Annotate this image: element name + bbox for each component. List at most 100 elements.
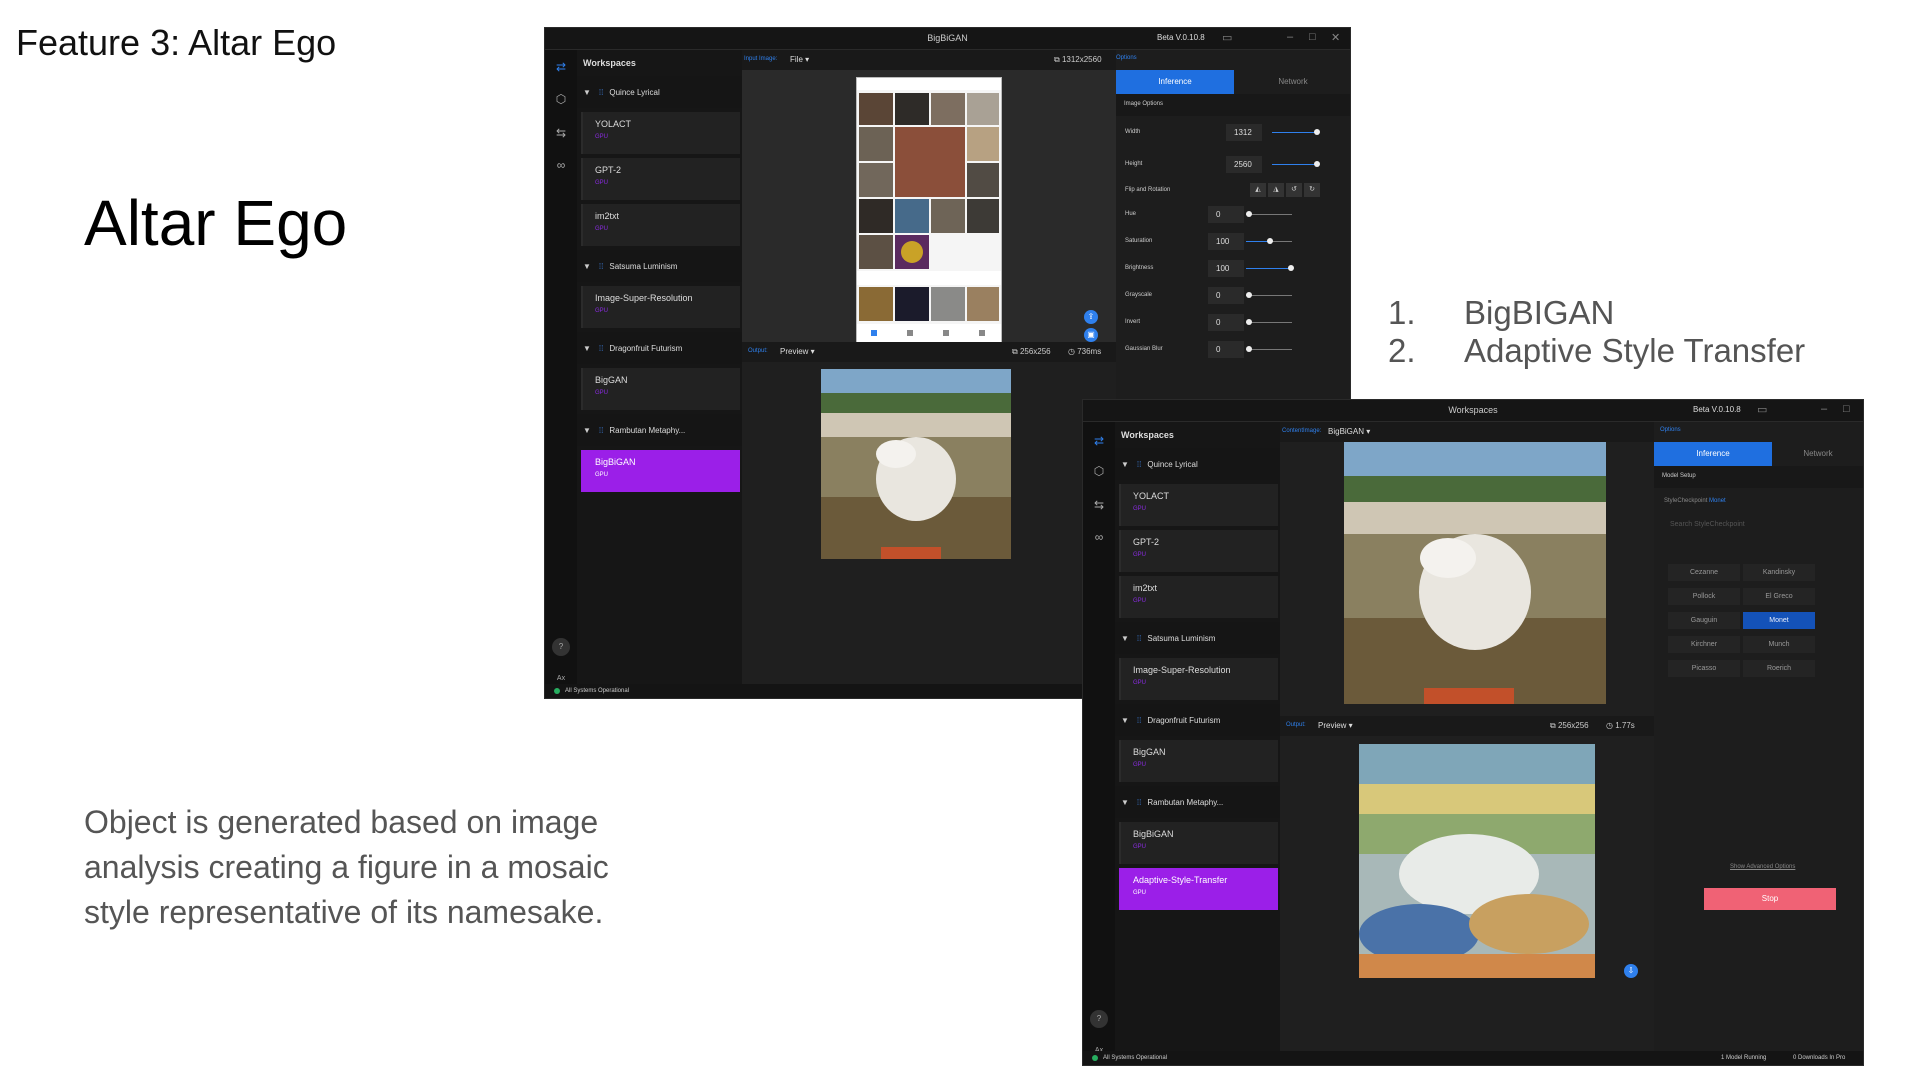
list-item-im2txt[interactable]: im2txt GPU xyxy=(1119,576,1278,618)
param-input[interactable]: 100 xyxy=(1208,260,1244,277)
param-slider[interactable] xyxy=(1246,265,1294,271)
tab-network[interactable]: Network xyxy=(1772,442,1863,466)
tab-inference[interactable]: Inference xyxy=(1116,70,1234,94)
list-item-yolact[interactable]: YOLACT GPU xyxy=(1119,484,1278,526)
list-item-yolact[interactable]: YOLACT GPU xyxy=(581,112,740,154)
cube-icon[interactable]: ⬡ xyxy=(552,90,570,108)
content-image-dropdown[interactable]: BigBiGAN ▾ xyxy=(1328,427,1370,436)
slider-knob[interactable] xyxy=(1246,319,1252,325)
output-mode-dropdown[interactable]: Preview ▾ xyxy=(1318,721,1353,730)
flow-icon[interactable]: ⇆ xyxy=(1090,496,1108,514)
list-item-image-super-resolution[interactable]: Image-Super-Resolution GPU xyxy=(581,286,740,328)
input-source-dropdown[interactable]: File ▾ xyxy=(790,55,809,64)
swap-icon[interactable]: ⇄ xyxy=(552,58,570,76)
list-item-im2txt[interactable]: im2txt GPU xyxy=(581,204,740,246)
list-item-image-super-resolution[interactable]: Image-Super-Resolution GPU xyxy=(1119,658,1278,700)
style-option[interactable]: Gauguin xyxy=(1668,612,1740,629)
flip-horizontal-icon[interactable]: ◭ xyxy=(1250,183,1266,197)
close-icon[interactable]: ✕ xyxy=(1331,31,1340,44)
flip-vertical-icon[interactable]: ◮ xyxy=(1268,183,1284,197)
param-slider[interactable] xyxy=(1246,238,1292,244)
slider-knob[interactable] xyxy=(1246,211,1252,217)
style-option[interactable]: Picasso xyxy=(1668,660,1740,677)
style-option[interactable]: Monet xyxy=(1743,612,1815,629)
item-name: BigGAN xyxy=(595,375,628,385)
feedback-icon[interactable]: ▭ xyxy=(1757,403,1767,416)
tab-network[interactable]: Network xyxy=(1234,70,1350,94)
param-input[interactable]: 0 xyxy=(1208,314,1244,331)
feedback-icon[interactable]: ▭ xyxy=(1222,31,1232,44)
rotate-left-icon[interactable]: ↺ xyxy=(1286,183,1302,197)
style-option[interactable]: Roerich xyxy=(1743,660,1815,677)
width-input[interactable]: 1312 xyxy=(1226,124,1262,141)
list-item-bigbigan[interactable]: BigBiGAN GPU xyxy=(1119,822,1278,864)
param-input[interactable]: 0 xyxy=(1208,341,1244,358)
workspace-group[interactable]: ▼ ⁞⁞ Rambutan Metaphy... xyxy=(1115,786,1280,818)
style-option[interactable]: Kandinsky xyxy=(1743,564,1815,581)
stop-button[interactable]: Stop xyxy=(1704,888,1836,910)
workspace-group[interactable]: ▼ ⁞⁞ Quince Lyrical xyxy=(1115,448,1280,480)
dropdown-value: Preview xyxy=(1318,721,1347,730)
list-item-gpt2[interactable]: GPT-2 GPU xyxy=(1119,530,1278,572)
link-icon[interactable]: ∞ xyxy=(552,156,570,174)
maximize-icon[interactable]: □ xyxy=(1309,31,1316,43)
list-item-bigbigan[interactable]: BigBiGAN GPU xyxy=(581,450,740,492)
workspace-group[interactable]: ▼ ⁞⁞ Quince Lyrical xyxy=(577,76,742,108)
options-label: Options xyxy=(1660,427,1681,433)
workspace-group[interactable]: ▼ ⁞⁞ Satsuma Luminism xyxy=(577,250,742,282)
upload-icon[interactable]: ⇪ xyxy=(1084,310,1098,324)
help-icon[interactable]: ? xyxy=(1090,1010,1108,1028)
list-item-adaptive-style-transfer[interactable]: Adaptive-Style-Transfer GPU xyxy=(1119,868,1278,910)
slider-knob[interactable] xyxy=(1246,346,1252,352)
item-name: GPT-2 xyxy=(595,165,622,175)
tab-inference[interactable]: Inference xyxy=(1654,442,1772,466)
param-slider[interactable] xyxy=(1246,211,1292,217)
height-input[interactable]: 2560 xyxy=(1226,156,1262,173)
icon-sidebar: ⇄ ⬡ ⇆ ∞ ? Ax xyxy=(545,50,577,684)
checkpoint-search-input[interactable]: Search StyleCheckpoint xyxy=(1664,516,1854,534)
rotate-right-icon[interactable]: ↻ xyxy=(1304,183,1320,197)
folder-icon[interactable]: ▣ xyxy=(1084,328,1098,342)
param-slider[interactable] xyxy=(1246,346,1292,352)
minimize-icon[interactable]: – xyxy=(1287,31,1293,43)
width-slider[interactable] xyxy=(1272,129,1320,135)
swap-icon[interactable]: ⇄ xyxy=(1090,432,1108,450)
param-slider[interactable] xyxy=(1246,292,1292,298)
link-icon[interactable]: ∞ xyxy=(1090,528,1108,546)
output-mode-dropdown[interactable]: Preview ▾ xyxy=(780,347,815,356)
dim-value: 256x256 xyxy=(1019,347,1051,356)
workspace-group[interactable]: ▼ ⁞⁞ Dragonfruit Futurism xyxy=(577,332,742,364)
cube-icon[interactable]: ⬡ xyxy=(1090,462,1108,480)
gpu-tag: GPU xyxy=(1133,890,1147,896)
style-option[interactable]: Pollock xyxy=(1668,588,1740,605)
download-icon[interactable]: ⇩ xyxy=(1624,964,1638,978)
checkpoint-label: StyleCheckpoint xyxy=(1664,498,1708,504)
height-slider[interactable] xyxy=(1272,161,1320,167)
advanced-options-link[interactable]: Show Advanced Options xyxy=(1730,864,1795,870)
maximize-icon[interactable]: □ xyxy=(1843,403,1850,415)
param-input[interactable]: 0 xyxy=(1208,287,1244,304)
workspace-group[interactable]: ▼ ⁞⁞ Satsuma Luminism xyxy=(1115,622,1280,654)
workspace-group[interactable]: ▼ ⁞⁞ Dragonfruit Futurism xyxy=(1115,704,1280,736)
style-option[interactable]: El Greco xyxy=(1743,588,1815,605)
list-item-biggan[interactable]: BigGAN GPU xyxy=(1119,740,1278,782)
style-option[interactable]: Munch xyxy=(1743,636,1815,653)
flow-icon[interactable]: ⇆ xyxy=(552,124,570,142)
help-icon[interactable]: ? xyxy=(552,638,570,656)
style-option[interactable]: Kirchner xyxy=(1668,636,1740,653)
slider-knob[interactable] xyxy=(1267,238,1273,244)
slider-knob[interactable] xyxy=(1288,265,1294,271)
workspace-group[interactable]: ▼ ⁞⁞ Rambutan Metaphy... xyxy=(577,414,742,446)
item-name: Image-Super-Resolution xyxy=(1133,665,1231,675)
minimize-icon[interactable]: – xyxy=(1821,403,1827,415)
style-option[interactable]: Cezanne xyxy=(1668,564,1740,581)
param-slider[interactable] xyxy=(1246,319,1292,325)
gpu-tag: GPU xyxy=(595,472,609,478)
param-input[interactable]: 0 xyxy=(1208,206,1244,223)
slider-knob[interactable] xyxy=(1246,292,1252,298)
param-input[interactable]: 100 xyxy=(1208,233,1244,250)
window-title: Workspaces xyxy=(1448,405,1498,415)
list-item: 2. Adaptive Style Transfer xyxy=(1388,332,1805,370)
list-item-biggan[interactable]: BigGAN GPU xyxy=(581,368,740,410)
list-item-gpt2[interactable]: GPT-2 GPU xyxy=(581,158,740,200)
